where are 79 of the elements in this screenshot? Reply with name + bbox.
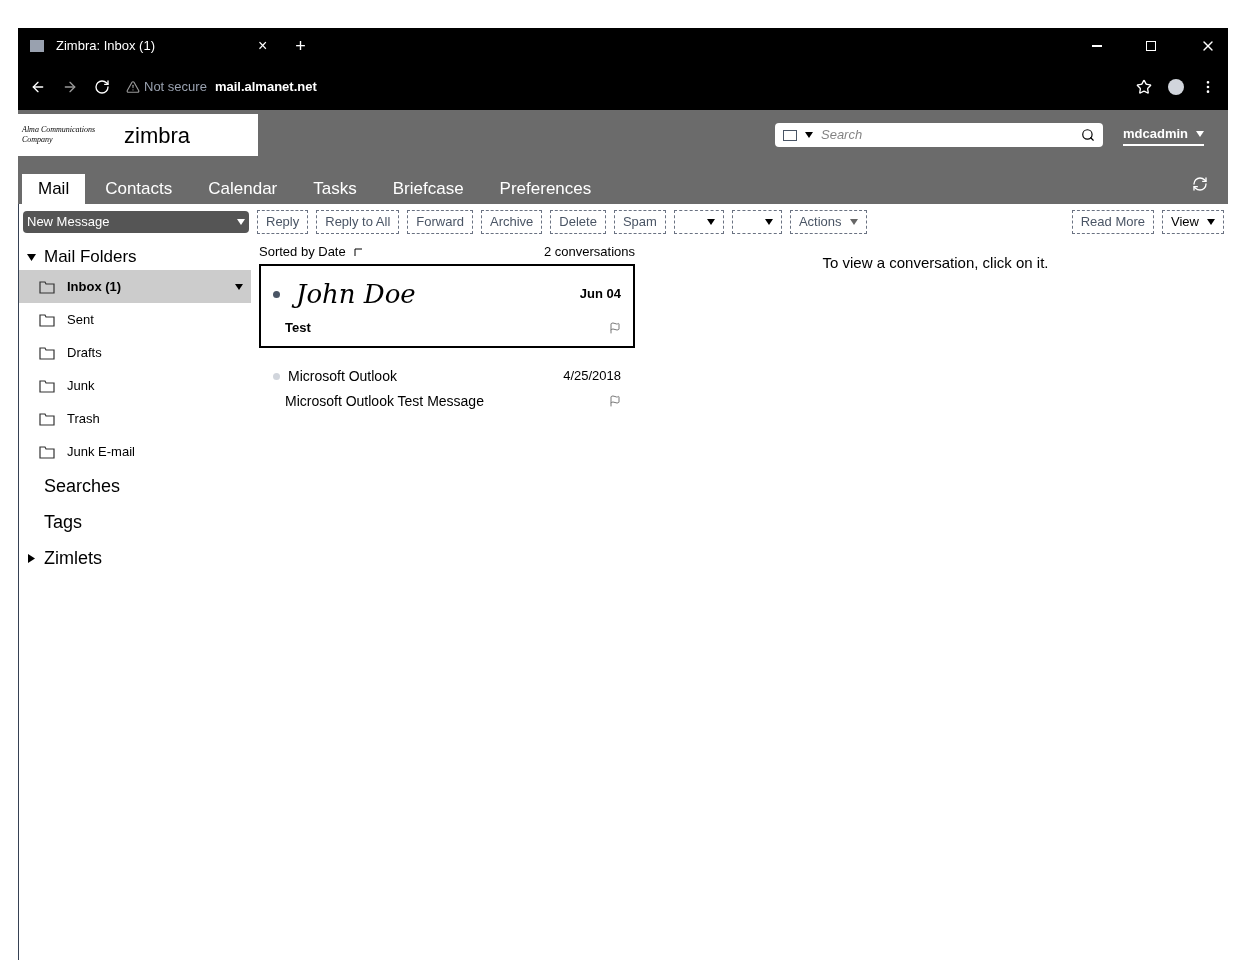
app-tab[interactable]: Tasks — [297, 174, 373, 204]
read-more-button[interactable]: Read More — [1071, 210, 1155, 234]
back-icon[interactable] — [30, 79, 46, 95]
caret-icon — [1196, 131, 1204, 137]
folder-item[interactable]: Trash — [19, 402, 251, 435]
flag-icon[interactable] — [609, 321, 621, 334]
message-date: Jun 04 — [579, 285, 621, 304]
app-tab[interactable]: Preferences — [483, 174, 608, 204]
app-tab[interactable]: Briefcase — [376, 174, 480, 204]
new-tab-button[interactable]: + — [295, 32, 306, 60]
message-subject: Microsoft Outlook Test Message — [285, 391, 484, 411]
maximize-icon[interactable] — [1146, 41, 1156, 51]
caret-icon — [235, 283, 243, 290]
toolbar-button[interactable]: Archive — [481, 210, 543, 234]
section-title[interactable]: Searches — [44, 472, 121, 500]
toolbar-button[interactable]: Reply — [257, 210, 309, 234]
message-subject: Test — [285, 319, 311, 337]
message-row[interactable]: Microsoft Outlook 4/25/2018 Microsoft Outlook Test Message — [259, 355, 635, 422]
actions-button[interactable]: Actions — [789, 210, 867, 234]
folder-item[interactable]: Sent — [19, 303, 251, 336]
tag-dropdown[interactable] — [673, 210, 724, 234]
sort-icon[interactable] — [353, 248, 362, 256]
conversation-count: 2 conversations — [543, 243, 635, 262]
folder-icon — [39, 345, 55, 360]
folder-item[interactable]: Inbox (1) — [19, 270, 251, 303]
url-text[interactable]: mail.almanet.net — [214, 77, 317, 97]
message-row[interactable]: John Doe Jun 04 Test — [259, 264, 635, 348]
close-tab-button[interactable]: × — [258, 34, 268, 58]
reading-pane-hint: To view a conversation, click on it. — [822, 253, 1049, 272]
caret-icon — [849, 219, 858, 225]
section-title[interactable]: Mail Folders — [44, 244, 137, 270]
folder-icon — [39, 444, 55, 459]
folder-icon — [39, 279, 55, 294]
app-tab[interactable]: Calendar — [192, 174, 294, 204]
caret-icon — [1207, 219, 1215, 225]
mail-icon — [783, 129, 797, 141]
search-icon[interactable] — [1081, 128, 1095, 142]
collapse-icon[interactable] — [27, 252, 36, 262]
favicon-icon — [30, 40, 44, 52]
security-warning[interactable]: Not secure — [144, 77, 207, 97]
new-message-button[interactable]: New Message — [23, 211, 249, 233]
search-bar[interactable]: Search — [775, 123, 1103, 147]
toolbar-button[interactable]: Reply to All — [316, 210, 400, 234]
folder-icon — [39, 411, 55, 426]
folder-icon — [39, 312, 55, 327]
section-title[interactable]: Tags — [44, 508, 83, 536]
message-sender: Microsoft Outlook — [288, 366, 397, 386]
expand-icon[interactable] — [27, 553, 36, 563]
company-logo: Alma Communications Company — [22, 125, 97, 145]
tab-title[interactable]: Zimbra: Inbox (1) — [56, 36, 246, 56]
folder-item[interactable]: Drafts — [19, 336, 251, 369]
app-tab[interactable]: Contacts — [89, 174, 189, 204]
view-button[interactable]: View — [1162, 210, 1224, 234]
app-tab[interactable]: Mail — [22, 174, 86, 204]
reload-icon[interactable] — [94, 79, 110, 95]
message-date: 4/25/2018 — [563, 367, 621, 386]
folder-icon — [39, 378, 55, 393]
caret-icon — [805, 132, 813, 138]
refresh-icon[interactable] — [1192, 176, 1208, 192]
section-title[interactable]: Zimlets — [44, 544, 102, 572]
folder-item[interactable]: Junk — [19, 369, 251, 402]
flag-icon[interactable] — [609, 395, 621, 407]
profile-icon[interactable] — [1168, 79, 1184, 95]
caret-icon — [706, 219, 715, 225]
forward-icon[interactable] — [62, 79, 78, 95]
warning-icon[interactable] — [126, 80, 140, 94]
folder-item[interactable]: Junk E-mail — [19, 435, 251, 468]
caret-icon — [237, 219, 245, 225]
toolbar-button[interactable]: Forward — [407, 210, 473, 234]
sort-label[interactable]: Sorted by Date — [259, 242, 346, 262]
user-menu[interactable]: mdcadmin — [1123, 124, 1204, 146]
message-sender: John Doe — [288, 274, 424, 314]
toolbar-button[interactable]: Spam — [613, 210, 666, 234]
mark-dropdown[interactable] — [731, 210, 782, 234]
star-icon[interactable] — [1136, 79, 1152, 95]
toolbar-button[interactable]: Delete — [550, 210, 606, 234]
caret-icon — [764, 219, 773, 225]
search-field[interactable]: Search — [821, 125, 1073, 145]
zimbra-logo: zimbra — [124, 121, 190, 150]
